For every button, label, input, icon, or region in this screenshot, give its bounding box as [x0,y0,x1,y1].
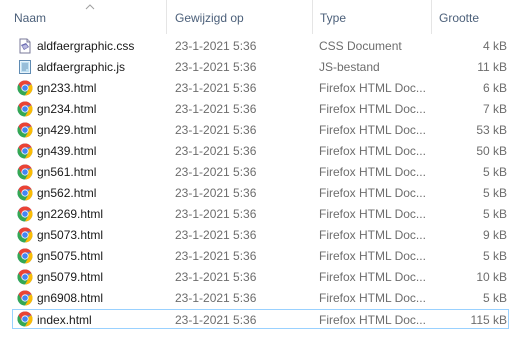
file-type: Firefox HTML Doc... [319,207,426,221]
file-date-modified: 23-1-2021 5:36 [175,144,257,158]
file-size: 5 kB [482,165,507,179]
file-date-modified: 23-1-2021 5:36 [175,207,257,221]
column-divider[interactable] [431,0,432,34]
file-name: gn5075.html [37,249,104,263]
file-size: 9 kB [482,228,507,242]
file-size: 7 kB [482,102,507,116]
file-name: gn5073.html [37,228,104,242]
file-date-modified: 23-1-2021 5:36 [175,123,257,137]
file-size: 5 kB [482,291,507,305]
file-size: 115 kB [470,313,507,327]
chrome-icon [17,164,33,180]
file-type: Firefox HTML Doc... [319,165,426,179]
chrome-icon [17,227,33,243]
chrome-icon [17,143,33,159]
chrome-icon [17,269,33,285]
file-row[interactable]: gn5079.html 23-1-2021 5:36 Firefox HTML Do… [12,267,509,287]
file-name: gn561.html [37,165,97,179]
file-row-selected[interactable]: index.html 23-1-2021 5:36 Firefox HTML Doc… [12,309,509,329]
column-header-type[interactable]: Type [320,0,430,34]
css-file-icon [17,38,33,54]
file-row[interactable]: gn429.html 23-1-2021 5:36 Firefox HTML Doc… [12,120,509,140]
file-date-modified: 23-1-2021 5:36 [175,313,257,327]
file-type: Firefox HTML Doc... [319,228,426,242]
file-type: Firefox HTML Doc... [319,270,426,284]
file-size: 5 kB [482,186,507,200]
file-date-modified: 23-1-2021 5:36 [175,165,257,179]
column-divider[interactable] [312,0,313,34]
chrome-icon [17,122,33,138]
file-size: 5 kB [482,207,507,221]
file-row[interactable]: gn234.html 23-1-2021 5:36 Firefox HTML Doc… [12,99,509,119]
chrome-icon [17,290,33,306]
file-row[interactable]: gn233.html 23-1-2021 5:36 Firefox HTML Doc… [12,78,509,98]
file-name: gn233.html [37,81,97,95]
file-size: 10 kB [476,270,507,284]
file-name: gn562.html [37,186,97,200]
column-header-name[interactable]: Naam [14,0,164,34]
chrome-icon [17,185,33,201]
file-row[interactable]: gn561.html 23-1-2021 5:36 Firefox HTML Doc… [12,162,509,182]
file-name: aldfaergraphic.css [37,39,135,53]
file-date-modified: 23-1-2021 5:36 [175,270,257,284]
column-header-bar: Naam Gewijzigd op Type Grootte [0,0,522,34]
file-type: Firefox HTML Doc... [319,249,426,263]
file-type: JS-bestand [319,60,380,74]
file-date-modified: 23-1-2021 5:36 [175,102,257,116]
file-name: gn5079.html [37,270,104,284]
file-row[interactable]: gn562.html 23-1-2021 5:36 Firefox HTML Doc… [12,183,509,203]
file-list-view: Naam Gewijzigd op Type Grootte aldfaergr… [0,0,522,346]
column-header-date[interactable]: Gewijzigd op [175,0,310,34]
file-date-modified: 23-1-2021 5:36 [175,186,257,200]
chrome-icon [17,101,33,117]
file-type: Firefox HTML Doc... [319,313,426,327]
column-header-size[interactable]: Grootte [439,0,519,34]
file-size: 4 kB [482,39,507,53]
file-size: 53 kB [476,123,507,137]
file-row[interactable]: gn5075.html 23-1-2021 5:36 Firefox HTML Do… [12,246,509,266]
chrome-icon [17,248,33,264]
file-name: gn429.html [37,123,97,137]
file-row[interactable]: gn5073.html 23-1-2021 5:36 Firefox HTML Do… [12,225,509,245]
file-date-modified: 23-1-2021 5:36 [175,249,257,263]
file-name: gn234.html [37,102,97,116]
column-divider[interactable] [166,0,167,34]
file-row[interactable]: aldfaergraphic.js 23-1-2021 5:36 JS-bestan… [12,57,509,77]
js-file-icon [17,59,33,75]
file-size: 50 kB [476,144,507,158]
file-size: 5 kB [482,249,507,263]
file-name: gn6908.html [37,291,104,305]
file-type: Firefox HTML Doc... [319,81,426,95]
file-type: Firefox HTML Doc... [319,144,426,158]
file-date-modified: 23-1-2021 5:36 [175,81,257,95]
file-name: index.html [37,313,92,327]
file-name: aldfaergraphic.js [37,60,126,74]
file-name: gn2269.html [37,207,104,221]
file-row[interactable]: aldfaergraphic.css 23-1-2021 5:36 CSS Docu… [12,36,509,56]
chrome-icon [17,80,33,96]
file-row[interactable]: gn6908.html 23-1-2021 5:36 Firefox HTML Do… [12,288,509,308]
file-date-modified: 23-1-2021 5:36 [175,39,257,53]
file-row[interactable]: gn439.html 23-1-2021 5:36 Firefox HTML Doc… [12,141,509,161]
file-type: Firefox HTML Doc... [319,102,426,116]
file-date-modified: 23-1-2021 5:36 [175,60,257,74]
file-date-modified: 23-1-2021 5:36 [175,228,257,242]
chrome-icon [17,311,33,327]
file-size: 6 kB [482,81,507,95]
file-type: CSS Document [319,39,402,53]
file-type: Firefox HTML Doc... [319,186,426,200]
chrome-icon [17,206,33,222]
file-date-modified: 23-1-2021 5:36 [175,291,257,305]
file-type: Firefox HTML Doc... [319,123,426,137]
file-row[interactable]: gn2269.html 23-1-2021 5:36 Firefox HTML Do… [12,204,509,224]
file-size: 11 kB [477,60,507,74]
file-name: gn439.html [37,144,97,158]
file-type: Firefox HTML Doc... [319,291,426,305]
